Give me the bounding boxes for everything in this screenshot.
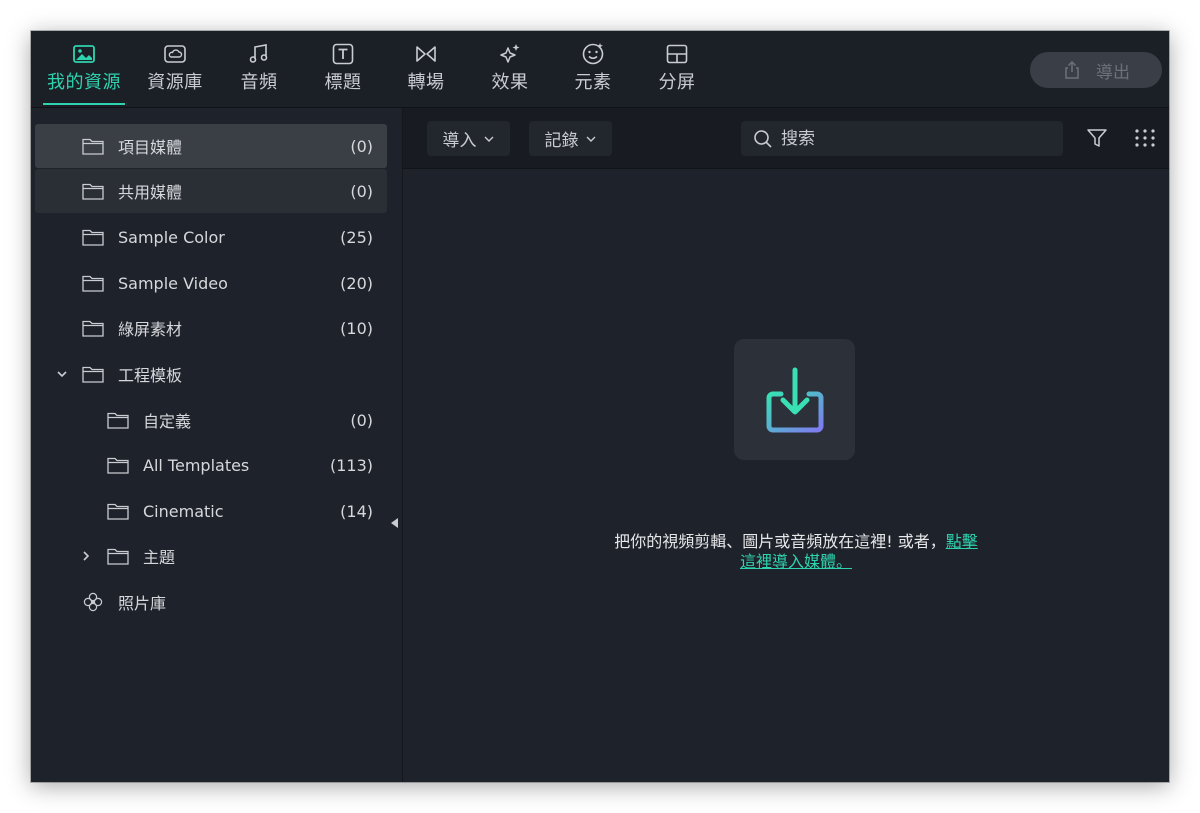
search-input[interactable] (779, 127, 1033, 150)
folder-label: 綠屏素材 (118, 320, 183, 339)
tab-label: 轉場 (407, 72, 445, 93)
active-tab-indicator (43, 103, 125, 105)
search-icon (754, 129, 772, 148)
folder-custom[interactable]: 自定義 (0) (35, 398, 387, 442)
import-icon (766, 367, 823, 432)
record-dropdown[interactable]: 記錄 (529, 121, 612, 156)
folder-label: 項目媒體 (118, 138, 183, 157)
folder-label: 主題 (143, 548, 176, 567)
record-label: 記錄 (544, 131, 579, 151)
folder-sample-video[interactable]: Sample Video (20) (35, 261, 387, 305)
folder-count: (0) (350, 136, 373, 156)
folder-label: 照片庫 (118, 594, 167, 613)
image-icon (73, 45, 95, 63)
media-panel: 導入 記錄 搜索 把你的視頻剪輯、圖片或音頻放在這裡! 或者，點擊 這裡導入媒體… (403, 108, 1169, 782)
music-icon (249, 44, 268, 63)
folder-label: Sample Video (118, 273, 228, 293)
collapse-sidebar-arrow[interactable] (391, 518, 398, 528)
import-media-button[interactable] (734, 339, 855, 460)
folder-shared-media[interactable]: 共用媒體 (0) (35, 169, 387, 213)
import-dropdown[interactable]: 導入 (427, 121, 510, 156)
app-window: 我的資源 資源庫 音頻 標題 轉場 效果 元素 分屏 導出 項目媒體 (0) 共… (31, 31, 1169, 782)
grid-view-icon[interactable] (1134, 128, 1156, 148)
import-link[interactable]: 點擊 (946, 532, 978, 551)
folder-photo-library[interactable]: 照片庫 (35, 580, 387, 624)
tab-label: 分屏 (658, 72, 696, 93)
chevron-right-icon[interactable] (80, 550, 92, 562)
folder-count: (113) (329, 455, 373, 475)
folder-icon (82, 229, 104, 246)
tab-transitions[interactable]: 轉場 (403, 41, 449, 103)
tab-label: 我的資源 (47, 72, 121, 93)
share-icon (1065, 60, 1079, 79)
sparkle-icon (500, 44, 520, 63)
cloud-folder-icon (164, 45, 186, 63)
folder-icon (107, 457, 129, 474)
folder-project-templates[interactable]: 工程模板 (35, 352, 387, 396)
folder-count: (25) (340, 227, 373, 247)
folder-count: (0) (350, 181, 373, 201)
folder-icon (107, 503, 129, 520)
tab-stock-library[interactable]: 資源庫 (144, 41, 206, 103)
tab-audio[interactable]: 音頻 (236, 41, 282, 103)
folder-all-templates[interactable]: All Templates (113) (35, 443, 387, 487)
tab-label: 效果 (491, 72, 529, 93)
folder-themes[interactable]: 主題 (35, 534, 387, 578)
import-label: 導入 (442, 131, 477, 151)
tab-effects[interactable]: 效果 (487, 41, 533, 103)
folder-icon (107, 412, 129, 429)
search-box[interactable] (741, 121, 1063, 156)
sticker-icon (582, 43, 604, 65)
tab-titles[interactable]: 標題 (320, 41, 366, 103)
chevron-down-icon (484, 136, 493, 142)
folder-count: (20) (340, 273, 373, 293)
filter-icon[interactable] (1086, 127, 1108, 149)
tab-label: 音頻 (240, 72, 278, 93)
folder-icon (107, 548, 129, 565)
drop-hint-text: 把你的視頻剪輯、圖片或音頻放在這裡! 或者， (614, 532, 946, 551)
folder-icon (82, 366, 104, 383)
folder-count: (10) (340, 318, 373, 338)
split-screen-icon (666, 44, 688, 64)
tab-label: 標題 (324, 72, 362, 93)
media-toolbar: 導入 記錄 (403, 108, 1169, 169)
tab-elements[interactable]: 元素 (570, 41, 616, 103)
folder-icon (82, 183, 104, 200)
export-button[interactable]: 導出 (1030, 52, 1162, 88)
tab-split-screen[interactable]: 分屏 (654, 41, 700, 103)
folder-count: (14) (340, 501, 373, 521)
tab-label: 資源庫 (147, 72, 203, 93)
folder-icon (82, 320, 104, 337)
tab-label: 元素 (574, 72, 612, 93)
text-icon (332, 43, 354, 65)
chevron-down-icon (586, 136, 595, 142)
export-label: 導出 (1096, 62, 1130, 83)
folder-icon (82, 275, 104, 292)
tab-my-media[interactable]: 我的資源 (43, 41, 125, 105)
import-link-continued[interactable]: 這裡導入媒體。 (740, 552, 852, 571)
folder-sample-color[interactable]: Sample Color (25) (35, 215, 387, 259)
folder-label: Sample Color (118, 227, 225, 247)
folder-count: (0) (350, 410, 373, 430)
flower-icon (83, 592, 103, 612)
folder-label: All Templates (143, 455, 250, 475)
folder-icon (82, 138, 104, 155)
folder-label: Cinematic (143, 501, 224, 521)
folder-label: 共用媒體 (118, 183, 183, 202)
folder-label: 工程模板 (118, 366, 183, 385)
category-tab-bar: 我的資源 資源庫 音頻 標題 轉場 效果 元素 分屏 導出 (31, 31, 1169, 108)
folder-project-media[interactable]: 項目媒體 (0) (35, 124, 387, 168)
transition-icon (416, 46, 436, 62)
drop-hint: 把你的視頻剪輯、圖片或音頻放在這裡! 或者，點擊 這裡導入媒體。 (573, 532, 1019, 572)
chevron-down-icon[interactable] (56, 368, 68, 380)
folder-green-screen[interactable]: 綠屏素材 (10) (35, 306, 387, 350)
media-folder-sidebar: 項目媒體 (0) 共用媒體 (0) Sample Color (25) Samp… (31, 108, 403, 782)
folder-cinematic[interactable]: Cinematic (14) (35, 489, 387, 533)
folder-label: 自定義 (143, 412, 192, 431)
